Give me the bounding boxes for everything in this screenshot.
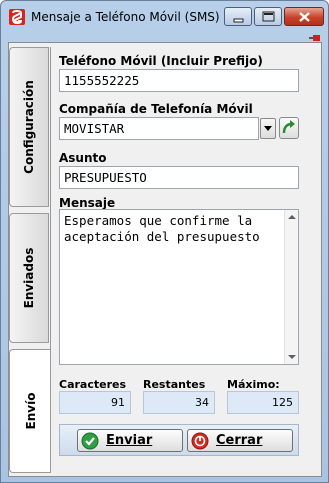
company-select[interactable]: MOVISTAR — [59, 117, 259, 140]
minimize-button[interactable] — [224, 7, 252, 26]
window-title: Mensaje a Teléfono Móvil (SMS) — [31, 10, 220, 24]
button-bar: Enviar Cerrar — [59, 424, 299, 456]
maximize-button[interactable] — [254, 7, 282, 26]
message-scrollbar[interactable] — [284, 210, 298, 364]
phone-label: Teléfono Móvil (Incluir Prefijo) — [59, 54, 263, 68]
tab-envio[interactable]: Envío — [9, 349, 51, 473]
sms-app-icon[interactable] — [9, 9, 25, 25]
max-value: 125 — [227, 391, 299, 414]
close-icon — [299, 12, 310, 22]
send-button[interactable]: Enviar — [77, 429, 183, 452]
subject-field[interactable]: PRESUPUESTO — [59, 166, 299, 189]
sms-window: Mensaje a Teléfono Móvil (SMS) Configura… — [0, 0, 329, 483]
send-label: Enviar — [106, 433, 153, 448]
subject-label: Asunto — [59, 151, 107, 165]
message-text: Esperamos que confirme la aceptación del… — [64, 213, 260, 244]
tab-configuracion[interactable]: Configuración — [9, 47, 49, 207]
scroll-down-icon[interactable] — [288, 355, 296, 359]
check-icon — [81, 432, 99, 450]
characters-value: 91 — [59, 391, 131, 414]
minimize-icon — [233, 18, 244, 23]
remaining-value: 34 — [143, 391, 215, 414]
stop-icon — [191, 432, 209, 450]
envio-panel: Teléfono Móvil (Incluir Prefijo) 1155552… — [50, 47, 319, 473]
close-button[interactable]: Cerrar — [187, 429, 293, 452]
close-label: Cerrar — [216, 433, 263, 448]
close-window-button[interactable] — [284, 7, 324, 26]
scroll-up-icon[interactable] — [288, 215, 296, 219]
maximize-icon — [262, 11, 275, 22]
client-area: Configuración Enviados Envío Teléfono Mó… — [8, 42, 322, 477]
refresh-arrow-button[interactable] — [279, 117, 299, 139]
pin-icon[interactable] — [308, 34, 322, 42]
phone-field[interactable]: 1155552225 — [59, 69, 299, 92]
title-bar[interactable]: Mensaje a Teléfono Móvil (SMS) — [1, 1, 328, 34]
message-label: Mensaje — [59, 196, 116, 210]
message-textarea[interactable]: Esperamos que confirme la aceptación del… — [59, 209, 299, 365]
company-dropdown-button[interactable] — [260, 118, 276, 139]
company-label: Compañía de Telefonía Móvil — [59, 102, 253, 116]
characters-label: Caracteres — [59, 378, 127, 391]
tab-enviados[interactable]: Enviados — [9, 213, 49, 343]
refresh-arrow-icon — [282, 120, 295, 134]
remaining-label: Restantes — [143, 378, 206, 391]
max-label: Máximo: — [227, 378, 280, 391]
